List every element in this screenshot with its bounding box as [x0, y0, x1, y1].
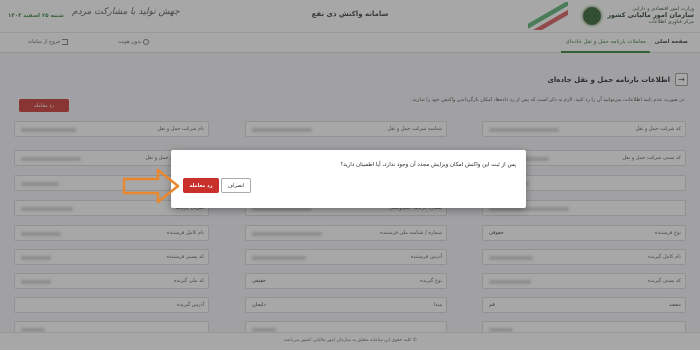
annotation-arrow-icon	[122, 168, 180, 204]
confirm-reject-button[interactable]: رد معامله	[183, 178, 219, 193]
cancel-button[interactable]: انصراف	[221, 178, 251, 193]
confirm-message: پس از ثبت این واکنش امکان ویرایش مجدد آن…	[340, 162, 516, 168]
confirm-dialog: پس از ثبت این واکنش امکان ویرایش مجدد آن…	[171, 150, 526, 208]
